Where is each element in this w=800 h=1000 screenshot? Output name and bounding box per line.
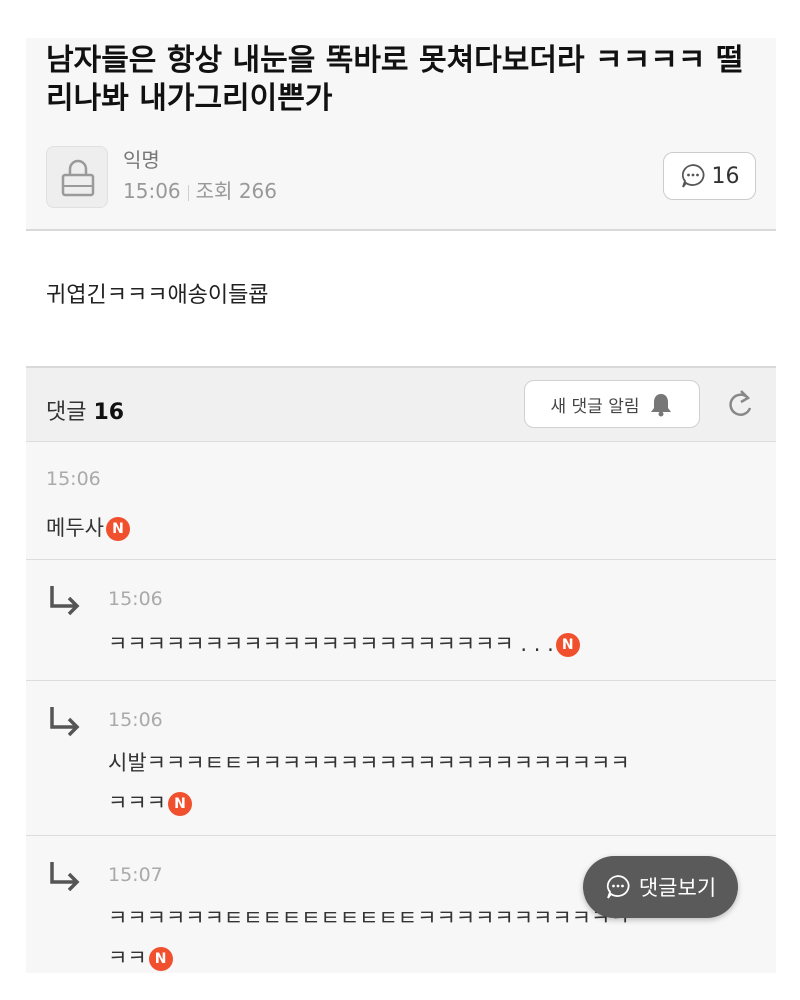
author-name: 익명 [123,148,160,172]
comment-bubble-icon [681,164,704,188]
comment-time: 15:06 [108,709,163,731]
notify-label: 새 댓글 알림 [550,396,640,417]
comment-count-button[interactable]: 16 [663,152,756,200]
post-body: 귀엽긴ㅋㅋㅋ애송이들쿕 [26,231,776,366]
comment-time: 15:06 [46,468,101,490]
views-label: 조회 [195,179,233,203]
comment-text: 메두사 N [46,508,130,548]
view-comments-label: 댓글보기 [638,876,717,900]
comment-body: 메두사 [46,516,104,540]
comments-count: 16 [93,400,125,425]
comments-label: 댓글 [46,400,87,425]
new-badge: N [555,633,580,657]
comments-header: 댓글 16 새 댓글 알림 [26,366,776,442]
comment-time: 15:06 [108,588,163,610]
comment-body-cont: ㅋㅋㅋ [108,791,166,815]
post-body-text: 귀엽긴ㅋㅋㅋ애송이들쿕 [46,283,269,308]
lock-icon [61,159,95,197]
new-badge: N [167,792,192,816]
reply-arrow-icon [50,586,80,616]
comment-count: 16 [711,163,740,189]
comments-title: 댓글 16 [46,394,124,426]
reply-item: 15:06 시발ㅋㅋㅋㅌㅌㅋㅋㅋㅋㅋㅋㅋㅋㅋㅋㅋㅋㅋㅋㅋㅋㅋㅋㅋㅋ ㅋㅋㅋ N [26,681,776,836]
comment-body: 시발ㅋㅋㅋㅌㅌㅋㅋㅋㅋㅋㅋㅋㅋㅋㅋㅋㅋㅋㅋㅋㅋㅋㅋㅋㅋ [108,751,630,775]
comment-body: ㅋㅋㅋㅋㅋㅋㅋㅋㅋㅋㅋㅋㅋㅋㅋㅋㅋㅋㅋㅋㅋ . . . [108,632,554,656]
reply-arrow-icon [50,862,80,892]
new-badge: N [148,947,173,971]
post-time: 15:06 [123,179,181,203]
comment-body-cont: ㅋㅋ [108,946,147,970]
view-comments-button[interactable]: 댓글보기 [583,856,738,918]
meta-divider [187,184,189,201]
reply-item: 15:06 ㅋㅋㅋㅋㅋㅋㅋㅋㅋㅋㅋㅋㅋㅋㅋㅋㅋㅋㅋㅋㅋ . . .N [26,560,776,681]
refresh-icon[interactable] [726,388,756,420]
post-header: 남자들은 항상 내눈을 똑바로 못쳐다보더라 ㅋㅋㅋㅋ 떨리나봐 내가그리이쁜가… [26,38,776,231]
comment-text: ㅋㅋㅋㅋㅋㅋㅋㅋㅋㅋㅋㅋㅋㅋㅋㅋㅋㅋㅋㅋㅋ . . .N [108,624,748,664]
comment-text: 시발ㅋㅋㅋㅌㅌㅋㅋㅋㅋㅋㅋㅋㅋㅋㅋㅋㅋㅋㅋㅋㅋㅋㅋㅋㅋ ㅋㅋㅋ N [108,743,748,823]
comment-item: 15:06 메두사 N [26,442,776,560]
post-meta: 15:06 조회 266 [123,175,277,204]
comment-time: 15:07 [108,864,163,886]
post-title: 남자들은 항상 내눈을 똑바로 못쳐다보더라 ㅋㅋㅋㅋ 떨리나봐 내가그리이쁜가 [46,43,744,116]
reply-arrow-icon [50,707,80,737]
comment-bubble-icon [606,875,630,899]
views-count: 266 [238,179,277,203]
post-screen: 남자들은 항상 내눈을 똑바로 못쳐다보더라 ㅋㅋㅋㅋ 떨리나봐 내가그리이쁜가… [26,38,776,973]
avatar [46,146,108,208]
bell-icon [650,394,671,417]
new-badge: N [105,517,130,541]
new-comment-notify-button[interactable]: 새 댓글 알림 [524,380,700,428]
